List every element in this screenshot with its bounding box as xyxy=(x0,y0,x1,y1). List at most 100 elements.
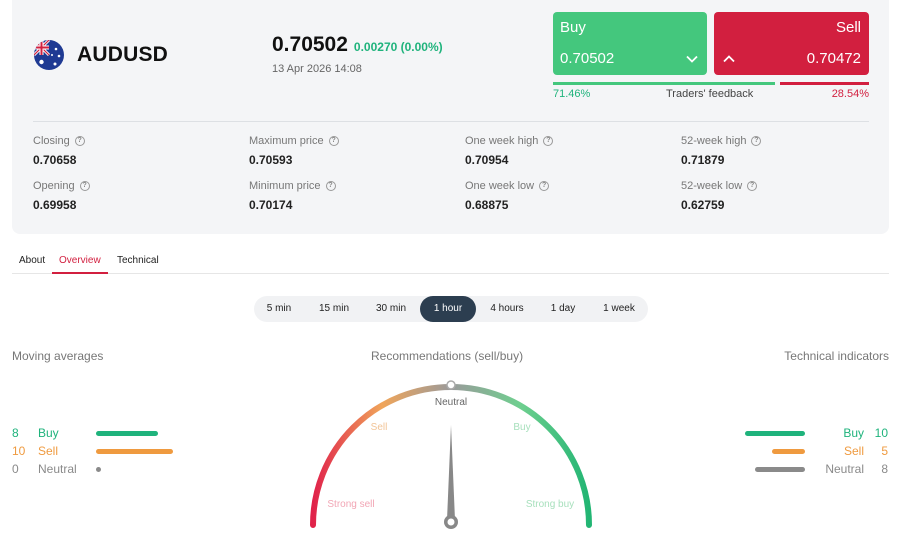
question-circle-icon[interactable]: ? xyxy=(747,181,758,191)
ti-buy-label: Buy xyxy=(843,426,864,440)
ti-neutral-bar xyxy=(755,467,805,472)
question-circle-icon[interactable]: ? xyxy=(543,136,554,146)
ma-sell-bar xyxy=(96,449,173,454)
gauge-label-buy: Buy xyxy=(513,422,530,433)
stat-label: 52-week high xyxy=(681,135,747,147)
stat-maximum-price: Maximum price? 0.70593 xyxy=(249,135,339,167)
recommendations-title: Recommendations (sell/buy) xyxy=(371,349,524,363)
period-1-week[interactable]: 1 week xyxy=(591,296,647,322)
period-1-hour[interactable]: 1 hour xyxy=(420,296,476,322)
quote-timestamp: 13 Apr 2026 14:08 xyxy=(272,63,362,75)
gauge-label-strong-sell: Strong sell xyxy=(327,499,374,510)
section-tabs: About Overview Technical xyxy=(12,252,889,274)
technical-indicators-title: Technical indicators xyxy=(784,349,889,363)
ma-neutral-label: Neutral xyxy=(38,462,77,476)
period-30-min[interactable]: 30 min xyxy=(364,296,418,322)
question-circle-icon[interactable]: ? xyxy=(325,181,336,191)
price-change: 0.00270 (0.00%) xyxy=(353,40,443,54)
ma-neutral-row: 0 Neutral xyxy=(12,461,192,477)
ti-sell-bar xyxy=(772,449,805,454)
sell-button-label: Sell xyxy=(835,19,861,36)
stat-value: 0.70174 xyxy=(249,198,293,212)
ti-sell-label: Sell xyxy=(843,444,864,458)
stat-value: 0.70658 xyxy=(33,153,77,167)
australia-flag-icon xyxy=(34,40,64,70)
period-5-min[interactable]: 5 min xyxy=(254,296,304,322)
chevron-down-icon xyxy=(686,55,698,63)
stat-opening: Opening? 0.69958 xyxy=(33,180,90,212)
stat-one-week-low: One week low? 0.68875 xyxy=(465,180,550,212)
gauge-neutral-marker xyxy=(446,380,456,390)
question-circle-icon[interactable]: ? xyxy=(751,136,762,146)
sell-button[interactable]: Sell 0.70472 xyxy=(714,12,869,75)
buy-button-label: Buy xyxy=(560,19,586,36)
feedback-sell-percent: 28.54% xyxy=(831,88,869,100)
stat-label: 52-week low xyxy=(681,180,743,192)
stat-value: 0.68875 xyxy=(465,198,509,212)
ti-sell-row: Sell 5 xyxy=(740,443,888,459)
period-1-day[interactable]: 1 day xyxy=(538,296,588,322)
stat-value: 0.70954 xyxy=(465,153,509,167)
buy-price: 0.70502 xyxy=(560,50,615,67)
current-price: 0.70502 xyxy=(272,33,348,56)
stat-label: Closing xyxy=(33,135,70,147)
ti-sell-count: 5 xyxy=(881,444,888,458)
stat-minimum-price: Minimum price? 0.70174 xyxy=(249,180,336,212)
ma-sell-row: 10 Sell xyxy=(12,443,192,459)
period-15-min[interactable]: 15 min xyxy=(307,296,361,322)
stat-label: One week high xyxy=(465,135,539,147)
buy-button[interactable]: Buy 0.70502 xyxy=(553,12,707,75)
gauge-needle xyxy=(444,425,458,529)
stat-label: Maximum price xyxy=(249,135,324,147)
ma-buy-count: 8 xyxy=(12,426,19,440)
stat-value: 0.69958 xyxy=(33,198,77,212)
period-4-hours[interactable]: 4 hours xyxy=(479,296,535,322)
ti-neutral-count: 8 xyxy=(881,462,888,476)
symbol-name: AUDUSD xyxy=(77,43,169,66)
feedback-buy-bar xyxy=(553,82,775,85)
chevron-up-icon xyxy=(723,55,735,63)
gauge-label-neutral: Neutral xyxy=(435,397,467,408)
ma-buy-label: Buy xyxy=(38,426,59,440)
divider xyxy=(33,121,869,122)
stat-closing: Closing? 0.70658 xyxy=(33,135,85,167)
stat-value: 0.70593 xyxy=(249,153,293,167)
tab-technical[interactable]: Technical xyxy=(110,252,166,274)
gauge-label-strong-buy: Strong buy xyxy=(526,499,574,510)
period-selector: 5 min 15 min 30 min 1 hour 4 hours 1 day… xyxy=(254,296,648,322)
stat-52-week-low: 52-week low? 0.62759 xyxy=(681,180,758,212)
question-circle-icon[interactable]: ? xyxy=(79,181,90,191)
stat-value: 0.62759 xyxy=(681,198,725,212)
question-circle-icon[interactable]: ? xyxy=(328,136,339,146)
ti-neutral-label: Neutral xyxy=(825,462,864,476)
quote-card: AUDUSD 0.70502 0.00270 (0.00%) 13 Apr 20… xyxy=(12,0,889,234)
ma-neutral-count: 0 xyxy=(12,462,19,476)
feedback-sell-bar xyxy=(780,82,869,85)
feedback-label: Traders' feedback xyxy=(666,88,754,100)
gauge-label-sell: Sell xyxy=(371,422,388,433)
ma-sell-count: 10 xyxy=(12,444,26,458)
question-circle-icon[interactable]: ? xyxy=(74,136,85,146)
stat-52-week-high: 52-week high? 0.71879 xyxy=(681,135,762,167)
stat-label: Minimum price xyxy=(249,180,321,192)
ti-neutral-row: Neutral 8 xyxy=(740,461,888,477)
stat-label: Opening xyxy=(33,180,75,192)
tab-about[interactable]: About xyxy=(12,252,52,274)
feedback-buy-percent: 71.46% xyxy=(553,88,591,100)
tab-overview[interactable]: Overview xyxy=(52,252,108,274)
moving-averages-title: Moving averages xyxy=(12,349,104,363)
ma-sell-label: Sell xyxy=(38,444,59,458)
symbol-header: AUDUSD xyxy=(34,40,168,70)
ma-neutral-bar xyxy=(96,467,101,472)
ma-buy-row: 8 Buy xyxy=(12,425,192,441)
ti-buy-row: Buy 10 xyxy=(740,425,888,441)
ma-buy-bar xyxy=(96,431,158,436)
recommendation-gauge: Neutral Sell Buy Strong sell Strong buy xyxy=(310,380,592,529)
price-block: 0.70502 0.00270 (0.00%) 13 Apr 2026 14:0… xyxy=(272,33,443,75)
stat-one-week-high: One week high? 0.70954 xyxy=(465,135,554,167)
question-circle-icon[interactable]: ? xyxy=(539,181,550,191)
sell-price: 0.70472 xyxy=(806,50,861,67)
stat-label: One week low xyxy=(465,180,535,192)
stat-value: 0.71879 xyxy=(681,153,725,167)
ti-buy-bar xyxy=(745,431,805,436)
